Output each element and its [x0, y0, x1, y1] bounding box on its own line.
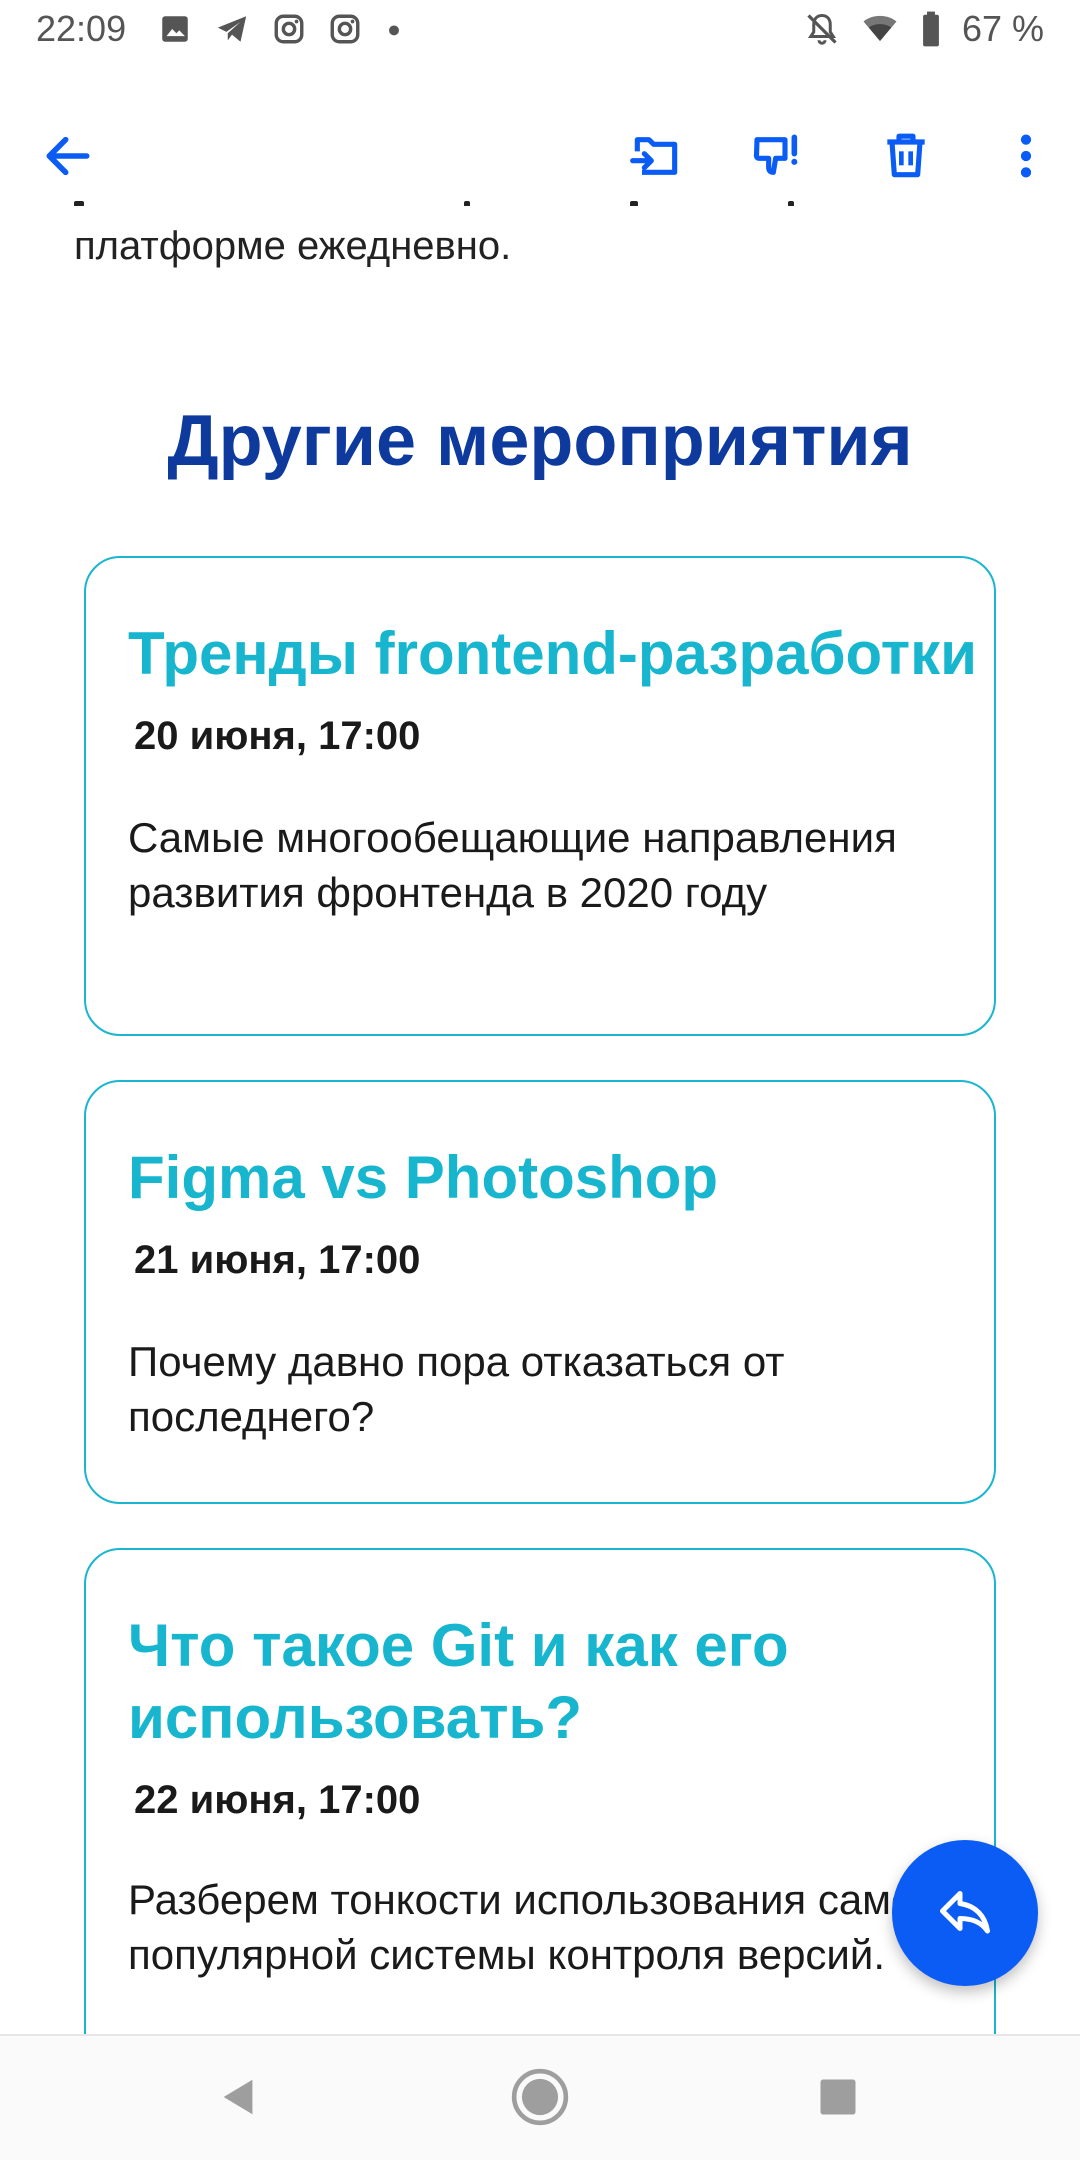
instagram-icon [328, 12, 362, 46]
battery-percentage: 67 % [961, 8, 1044, 49]
nav-home-button[interactable] [505, 2064, 575, 2134]
previous-paragraph-text: платформе ежедневно. [74, 224, 512, 268]
nav-recents-button[interactable] [803, 2064, 873, 2134]
delete-button[interactable] [866, 110, 946, 206]
system-status: 67 % [804, 8, 1044, 50]
clipped-text-line [74, 194, 974, 206]
nav-back-button[interactable] [204, 2064, 274, 2134]
event-description: Разберем тонкости использования самой по… [128, 1876, 938, 1978]
event-title[interactable]: Figma vs Photoshop [128, 1142, 988, 1214]
reply-button[interactable] [892, 1840, 1038, 1986]
system-navigation-bar [0, 2034, 1080, 2160]
wifi-icon [860, 11, 900, 47]
gallery-icon [158, 12, 192, 46]
section-title: Другие мероприятия [167, 401, 913, 481]
back-arrow-icon [40, 128, 96, 189]
nav-home-icon [509, 2066, 571, 2133]
event-card[interactable]: Figma vs Photoshop 21 июня, 17:00 Почему… [84, 1080, 996, 1504]
spam-icon [750, 128, 806, 189]
event-title[interactable]: Что такое Git и как его использовать? [128, 1610, 928, 1754]
dot-icon [384, 12, 404, 46]
battery-icon [920, 10, 942, 48]
notification-icons [158, 12, 404, 46]
event-card[interactable]: Тренды frontend-разработки 20 июня, 17:0… [84, 556, 996, 1036]
event-description: Самые многообещающие направления развити… [128, 814, 897, 916]
status-bar: 22:09 67 % [0, 0, 1080, 66]
event-title[interactable]: Тренды frontend-разработки [128, 618, 988, 690]
telegram-icon [214, 12, 250, 46]
status-time: 22:09 [36, 8, 127, 49]
instagram-icon [272, 12, 306, 46]
email-view-screen: 22:09 67 % платформе ежедневно. Другие м… [0, 0, 1080, 2160]
nav-back-icon [216, 2074, 262, 2125]
event-card[interactable]: Что такое Git и как его использовать? 22… [84, 1548, 996, 2108]
event-date: 21 июня, 17:00 [134, 1238, 421, 1282]
bell-off-icon [804, 11, 840, 47]
event-date: 22 июня, 17:00 [134, 1778, 421, 1822]
back-button[interactable] [28, 110, 108, 206]
move-to-folder-icon [628, 128, 684, 189]
trash-icon [878, 128, 934, 189]
event-date: 20 июня, 17:00 [134, 714, 421, 758]
move-to-folder-button[interactable] [616, 110, 696, 206]
more-options-button[interactable] [986, 110, 1066, 206]
spam-button[interactable] [738, 110, 818, 206]
nav-recents-icon [817, 2076, 859, 2123]
email-toolbar [0, 110, 1080, 206]
reply-icon [935, 1881, 995, 1946]
event-description: Почему давно пора отказаться от последне… [128, 1338, 785, 1440]
more-vert-icon [1014, 128, 1038, 189]
